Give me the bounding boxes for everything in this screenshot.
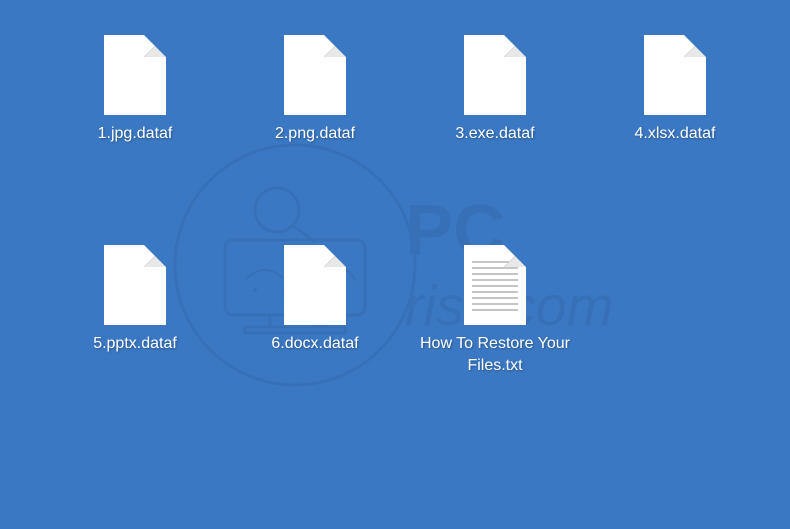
- file-icon: [644, 35, 706, 115]
- file-icon: [284, 245, 346, 325]
- file-item[interactable]: 6.docx.dataf: [230, 240, 400, 440]
- file-item[interactable]: 2.png.dataf: [230, 30, 400, 230]
- file-label: 5.pptx.dataf: [93, 333, 177, 355]
- file-item[interactable]: How To Restore Your Files.txt: [410, 240, 580, 440]
- file-label: 2.png.dataf: [275, 123, 355, 145]
- file-label: 1.jpg.dataf: [98, 123, 173, 145]
- file-icon: [104, 35, 166, 115]
- file-label: 6.docx.dataf: [271, 333, 358, 355]
- file-icon: [464, 35, 526, 115]
- text-file-icon: [464, 245, 526, 325]
- file-label: 4.xlsx.dataf: [635, 123, 716, 145]
- file-item[interactable]: 3.exe.dataf: [410, 30, 580, 230]
- file-icon: [284, 35, 346, 115]
- file-item[interactable]: 4.xlsx.dataf: [590, 30, 760, 230]
- file-label: How To Restore Your Files.txt: [415, 333, 575, 378]
- file-label: 3.exe.dataf: [455, 123, 534, 145]
- desktop-file-grid: 1.jpg.dataf 2.png.dataf 3.exe.dataf 4.xl…: [0, 0, 790, 470]
- file-item[interactable]: 1.jpg.dataf: [50, 30, 220, 230]
- file-icon: [104, 245, 166, 325]
- file-item[interactable]: 5.pptx.dataf: [50, 240, 220, 440]
